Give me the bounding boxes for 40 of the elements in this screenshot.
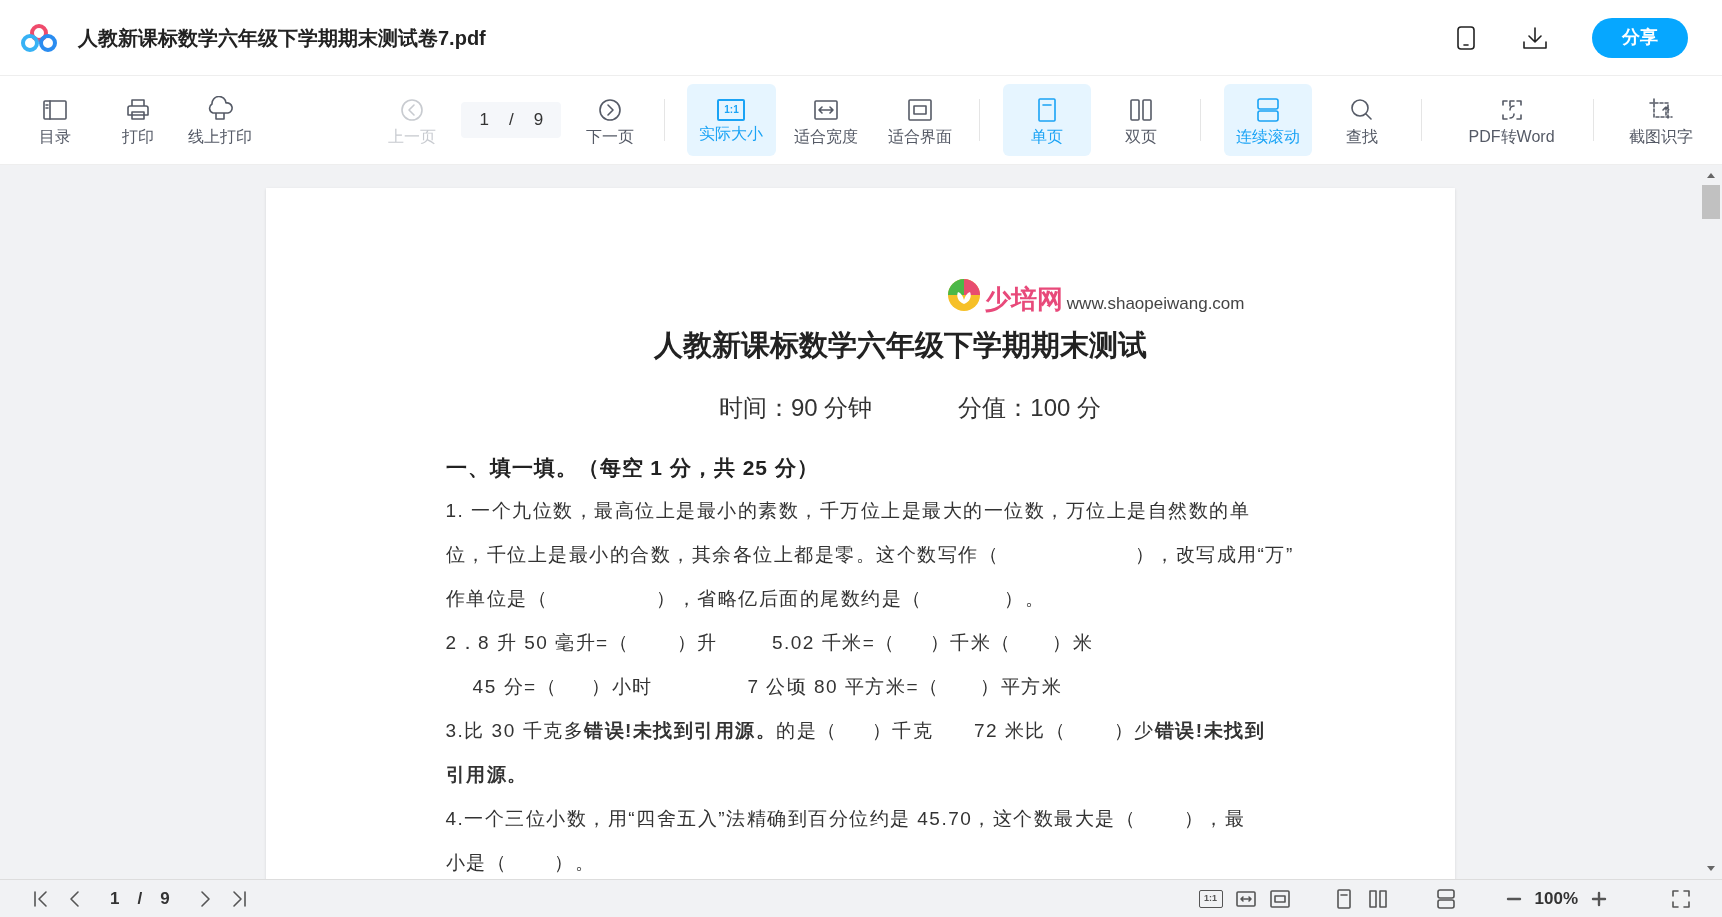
question-text: 45 分=（ ）小时 7 公顷 80 平方米=（ ）平方米 (471, 675, 1064, 700)
question-text: 4.一个三位小数，用“四舍五入”法精确到百分位约是 45.70，这个数最大是（ ），最 (445, 807, 1247, 832)
scroll-up-arrow-icon[interactable] (1706, 171, 1716, 179)
question-text: 1. 一个九位数，最高位上是最小的素数，千万位上是最大的一位数，万位上是自然数的单 (445, 499, 1252, 524)
scrollbar-thumb[interactable] (1702, 185, 1720, 219)
phone-icon (1456, 24, 1476, 51)
logo-url: www.shaopeiwang.com (1066, 295, 1245, 312)
exam-info: 时间：90 分钟 (718, 392, 873, 423)
page-total: 9 (160, 887, 170, 910)
app-logo-icon (20, 22, 58, 53)
toolbar-button[interactable]: 下一页 (569, 84, 652, 156)
page-separator: / (137, 887, 143, 910)
question-text: 2．8 升 50 毫升=（ ）升 5.02 千米=（ ）千米（ ）米 (445, 631, 1095, 656)
download-icon (1522, 25, 1548, 50)
question-text: 小是（ ）。 (445, 851, 597, 876)
toolbar-button[interactable]: 查找 (1318, 84, 1407, 156)
question-text: 作单位是（ ），省略亿后面的尾数约是（ ）。 (445, 587, 1047, 612)
toolbar-button[interactable]: 双页 (1097, 84, 1186, 156)
question-text: 引用源。 (445, 763, 529, 788)
toolbar-button[interactable]: 线上打印 (179, 84, 262, 156)
zoom-level: 100% (1534, 887, 1578, 910)
actual-size-icon: 1:1 (717, 98, 746, 121)
scroll-down-arrow-icon[interactable] (1706, 865, 1716, 873)
document-title: 人教新课标数学六年级下学期期末测试 (652, 327, 1148, 364)
toolbar-button[interactable]: 适合宽度 (781, 84, 870, 156)
toolbar-button[interactable]: 适合界面 (875, 84, 965, 156)
exam-info: 分值：100 分 (958, 392, 1102, 423)
toolbar-button[interactable]: PDF转Word (1452, 84, 1572, 156)
window-title: 人教新课标数学六年级下学期期末测试卷7.pdf (78, 25, 486, 51)
page-number-field[interactable]: 1 / 9 (461, 102, 562, 138)
question-text: 3.比 30 千克多错误!未找到引用源。的是（ ）千克 72 米比（ ）少错误!未找到 (445, 719, 1267, 744)
actual-size-button[interactable]: 1:1 (1198, 889, 1223, 908)
toolbar-button[interactable]: 目录 (14, 84, 97, 156)
section-heading: 一、填一填。（每空 1 分，共 25 分） (445, 454, 820, 481)
logo-text: 少培网 (984, 286, 1063, 312)
toolbar-button[interactable]: 截图识字 (1616, 84, 1705, 156)
page-number: 1 (110, 887, 120, 910)
flower-logo-icon (946, 278, 981, 312)
question-text: 位，千位上是最小的合数，其余各位上都是零。这个数写作（ ），改写成用“万” (445, 543, 1295, 568)
toolbar-button[interactable]: 打印 (96, 84, 180, 156)
